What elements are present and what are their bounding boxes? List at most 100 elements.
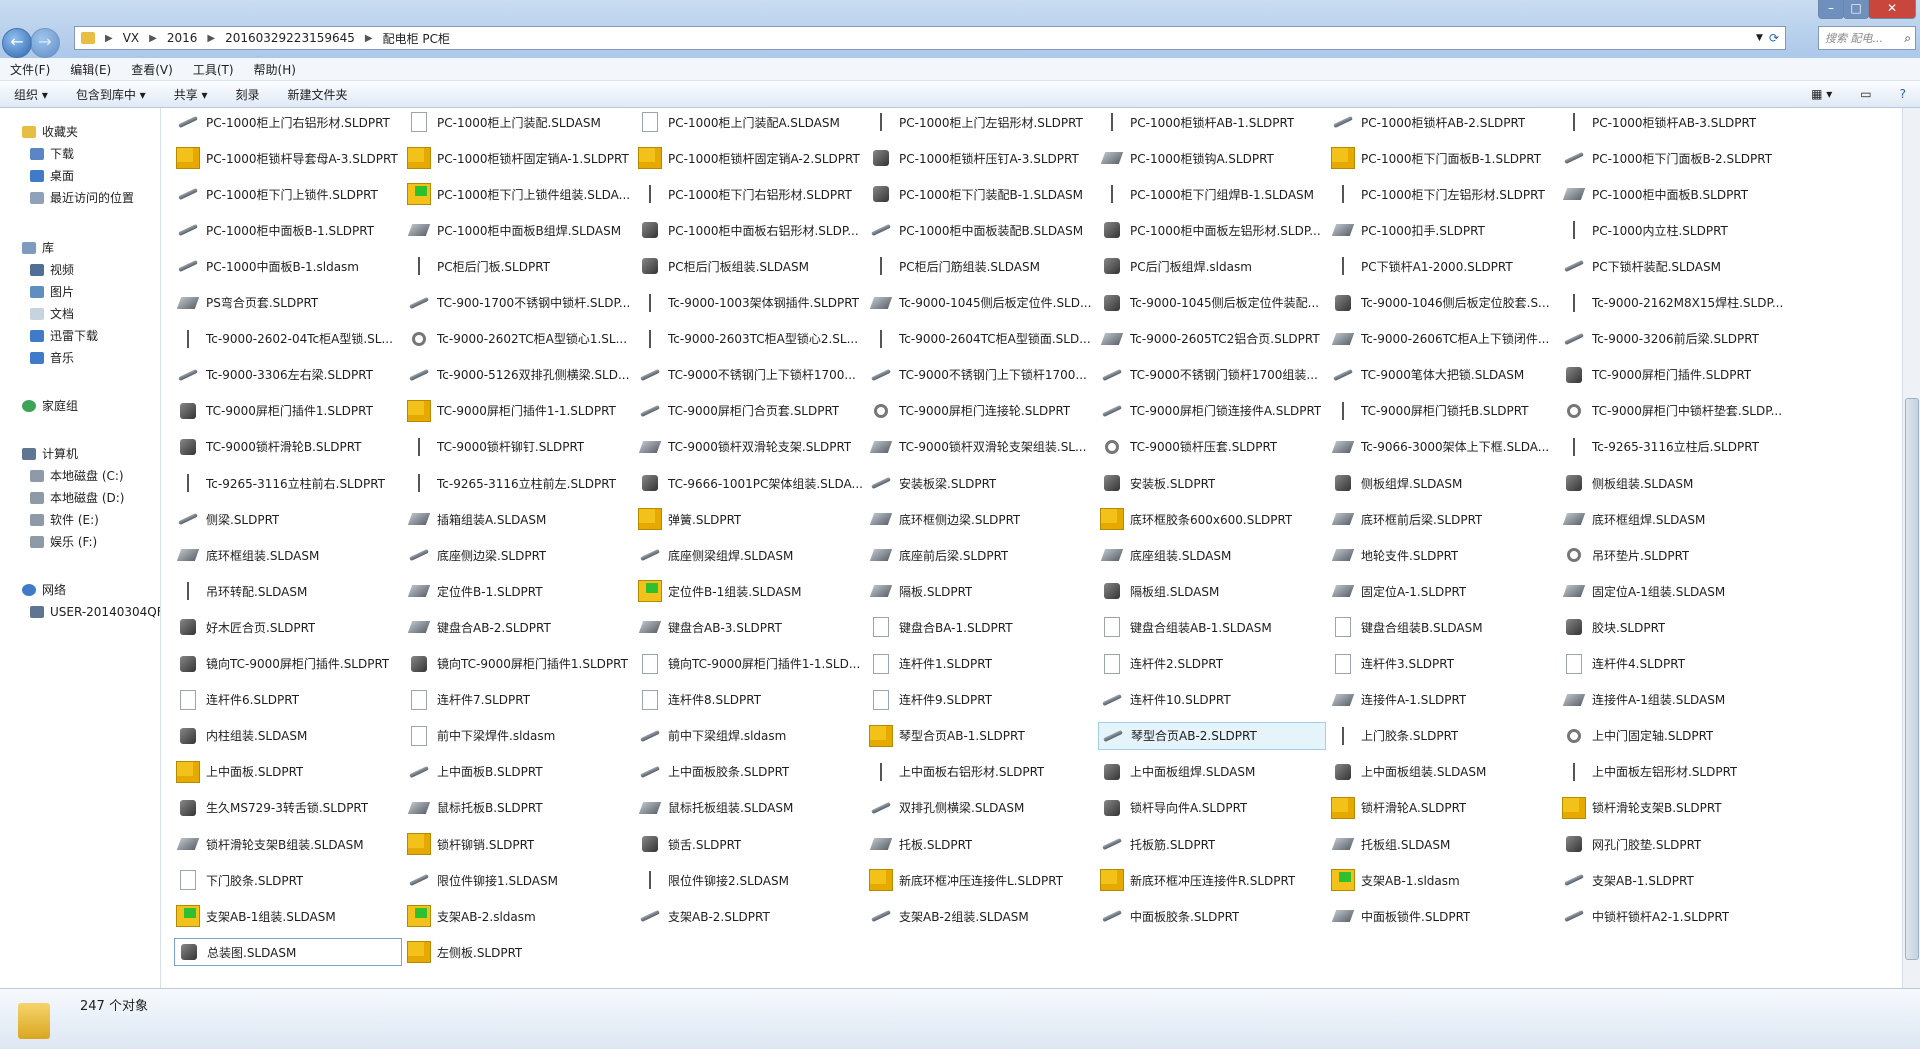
file-item[interactable]: 下门胶条.SLDPRT <box>174 866 402 894</box>
file-item[interactable]: PC后门板组焊.sldasm <box>1098 252 1326 280</box>
sidebar-item-recent[interactable]: 最近访问的位置 <box>30 188 134 208</box>
file-item[interactable]: 插箱组装A.SLDASM <box>405 505 633 533</box>
file-item[interactable]: Tc-9000-2162M8X15焊柱.SLDP... <box>1560 289 1788 317</box>
file-item[interactable]: PC-1000柜上门装配A.SLDASM <box>636 108 864 136</box>
file-item[interactable]: 锁杆滑轮支架B.SLDPRT <box>1560 794 1788 822</box>
sidebar-item-drive-d[interactable]: 本地磁盘 (D:) <box>30 488 124 508</box>
file-item[interactable]: 连杆件6.SLDPRT <box>174 686 402 714</box>
menu-tools[interactable]: 工具(T) <box>183 61 244 78</box>
file-item[interactable]: 镜向TC-9000屏柜门插件1-1.SLD... <box>636 650 864 678</box>
file-item[interactable]: 连接件A-1.SLDPRT <box>1329 686 1557 714</box>
file-item[interactable]: PC-1000柜中面板B-1.SLDPRT <box>174 216 402 244</box>
file-item[interactable]: 吊环转配.SLDASM <box>174 577 402 605</box>
sidebar-item-network-pc[interactable]: USER-20140304QF <box>30 602 160 622</box>
file-item[interactable]: PC-1000柜下门左铝形材.SLDPRT <box>1329 180 1557 208</box>
file-item[interactable]: 连接件A-1组装.SLDASM <box>1560 686 1788 714</box>
file-item[interactable]: TC-9000屏柜门连接轮.SLDPRT <box>867 397 1095 425</box>
include-in-library-button[interactable]: 包含到库中 ▾ <box>62 86 160 103</box>
file-item[interactable]: 支架AB-1.SLDPRT <box>1560 866 1788 894</box>
back-button[interactable]: ← <box>2 28 32 58</box>
file-item[interactable]: Tc-9265-3116立柱后.SLDPRT <box>1560 433 1788 461</box>
file-item[interactable]: TC-9000屏柜门锁托B.SLDPRT <box>1329 397 1557 425</box>
sidebar-item-drive-f[interactable]: 娱乐 (F:) <box>30 532 97 552</box>
file-item[interactable]: 连杆件3.SLDPRT <box>1329 650 1557 678</box>
file-item[interactable]: TC-9000锁杆双滑轮支架.SLDPRT <box>636 433 864 461</box>
file-item[interactable]: 底环框组装.SLDASM <box>174 541 402 569</box>
file-item[interactable]: 锁杆滑轮A.SLDPRT <box>1329 794 1557 822</box>
file-item[interactable]: PC-1000柜锁杆固定销A-2.SLDPRT <box>636 144 864 172</box>
file-item[interactable]: 侧梁.SLDPRT <box>174 505 402 533</box>
chevron-down-icon[interactable]: ▼ <box>1756 33 1763 43</box>
sidebar-libraries[interactable]: 库 <box>22 238 54 258</box>
breadcrumb-item[interactable]: 配电柜 PC柜 <box>383 30 450 47</box>
file-item[interactable]: 新底环框冲压连接件L.SLDPRT <box>867 866 1095 894</box>
sidebar-item-drive-c[interactable]: 本地磁盘 (C:) <box>30 466 124 486</box>
file-item[interactable]: Tc-9000-1045侧后板定位件.SLD... <box>867 289 1095 317</box>
file-item[interactable]: TC-9000屏柜门插件1-1.SLDPRT <box>405 397 633 425</box>
file-item[interactable]: PC-1000柜锁杆AB-3.SLDPRT <box>1560 108 1788 136</box>
file-item[interactable]: 镜向TC-9000屏柜门插件.SLDPRT <box>174 650 402 678</box>
file-item[interactable]: Tc-9000-1046侧后板定位胶套.S... <box>1329 289 1557 317</box>
file-item[interactable]: 底环框胶条600x600.SLDPRT <box>1098 505 1326 533</box>
file-item[interactable]: PC下锁杆A1-2000.SLDPRT <box>1329 252 1557 280</box>
file-item[interactable]: 底环框组焊.SLDASM <box>1560 505 1788 533</box>
file-item[interactable]: 鼠标托板B.SLDPRT <box>405 794 633 822</box>
file-item[interactable]: 锁杆导向件A.SLDPRT <box>1098 794 1326 822</box>
help-icon[interactable]: ? <box>1886 87 1920 101</box>
file-item[interactable]: PC-1000扣手.SLDPRT <box>1329 216 1557 244</box>
sidebar-item-downloads[interactable]: 下载 <box>30 144 74 164</box>
sidebar-item-videos[interactable]: 视频 <box>30 260 74 280</box>
file-item[interactable]: 镜向TC-9000屏柜门插件1.SLDPRT <box>405 650 633 678</box>
file-item[interactable]: Tc-9000-1003架体钢插件.SLDPRT <box>636 289 864 317</box>
file-item[interactable]: 连杆件9.SLDPRT <box>867 686 1095 714</box>
file-item[interactable]: PC柜后门板组装.SLDASM <box>636 252 864 280</box>
file-item[interactable]: PC-1000柜锁杆固定销A-1.SLDPRT <box>405 144 633 172</box>
file-item[interactable]: 底座组装.SLDASM <box>1098 541 1326 569</box>
file-item[interactable]: 上中面板组装.SLDASM <box>1329 758 1557 786</box>
file-item[interactable]: TC-9000笔体大把锁.SLDASM <box>1329 361 1557 389</box>
file-item[interactable]: 定位件B-1.SLDPRT <box>405 577 633 605</box>
file-item[interactable]: PC-1000柜中面板B.SLDPRT <box>1560 180 1788 208</box>
file-item[interactable]: PC-1000柜锁杆AB-1.SLDPRT <box>1098 108 1326 136</box>
file-item[interactable]: 支架AB-2组装.SLDASM <box>867 902 1095 930</box>
file-item[interactable]: Tc-9265-3116立柱前右.SLDPRT <box>174 469 402 497</box>
file-item[interactable]: PC-1000柜锁杆AB-2.SLDPRT <box>1329 108 1557 136</box>
file-item[interactable]: 上中面板右铝形材.SLDPRT <box>867 758 1095 786</box>
file-item[interactable]: Tc-9265-3116立柱前左.SLDPRT <box>405 469 633 497</box>
file-item[interactable]: 连杆件7.SLDPRT <box>405 686 633 714</box>
file-item[interactable]: 中面板锁件.SLDPRT <box>1329 902 1557 930</box>
file-item[interactable]: PC-1000柜中面板B组焊.SLDASM <box>405 216 633 244</box>
file-item[interactable]: PC-1000柜中面板右铝形材.SLDP... <box>636 216 864 244</box>
file-item[interactable]: TC-9000锁杆铆钉.SLDPRT <box>405 433 633 461</box>
file-item[interactable]: 连杆件10.SLDPRT <box>1098 686 1326 714</box>
file-item[interactable]: 固定位A-1组装.SLDASM <box>1560 577 1788 605</box>
file-item[interactable]: PC-1000柜下门上锁件组装.SLDA... <box>405 180 633 208</box>
file-item[interactable]: Tc-9000-2605TC2铝合页.SLDPRT <box>1098 325 1326 353</box>
file-item[interactable]: 上中面板组焊.SLDASM <box>1098 758 1326 786</box>
file-item[interactable]: 支架AB-2.SLDPRT <box>636 902 864 930</box>
breadcrumb-item[interactable]: 2016 <box>167 31 198 45</box>
share-button[interactable]: 共享 ▾ <box>160 86 222 103</box>
file-item[interactable]: TC-9000锁杆压套.SLDPRT <box>1098 433 1326 461</box>
file-item[interactable]: 键盘合组装B.SLDASM <box>1329 613 1557 641</box>
organize-button[interactable]: 组织 ▾ <box>0 86 62 103</box>
preview-pane-icon[interactable]: ▭ <box>1846 87 1885 101</box>
file-item[interactable]: 底座侧边梁.SLDPRT <box>405 541 633 569</box>
file-item[interactable]: 支架AB-1组装.SLDASM <box>174 902 402 930</box>
file-item[interactable]: 总装图.SLDASM <box>174 938 402 967</box>
file-item[interactable]: 锁杆铆销.SLDPRT <box>405 830 633 858</box>
file-item[interactable]: 连杆件4.SLDPRT <box>1560 650 1788 678</box>
sidebar-homegroup[interactable]: 家庭组 <box>22 396 78 416</box>
file-item[interactable]: 上中面板.SLDPRT <box>174 758 402 786</box>
file-item[interactable]: 托板筋.SLDPRT <box>1098 830 1326 858</box>
file-item[interactable]: 底座前后梁.SLDPRT <box>867 541 1095 569</box>
breadcrumb-item[interactable]: 20160329223159645 <box>225 31 355 45</box>
file-item[interactable]: 支架AB-2.sldasm <box>405 902 633 930</box>
file-item[interactable]: TC-900-1700不锈钢中锁杆.SLDP... <box>405 289 633 317</box>
file-item[interactable]: 前中下梁焊件.sldasm <box>405 722 633 750</box>
file-item[interactable]: 隔板组.SLDASM <box>1098 577 1326 605</box>
vertical-scrollbar[interactable] <box>1902 108 1920 988</box>
file-item[interactable]: Tc-9000-2606TC柜A上下锁闭件... <box>1329 325 1557 353</box>
file-item[interactable]: 底座侧梁组焊.SLDASM <box>636 541 864 569</box>
file-item[interactable]: Tc-9000-2603TC柜A型锁心2.SL... <box>636 325 864 353</box>
